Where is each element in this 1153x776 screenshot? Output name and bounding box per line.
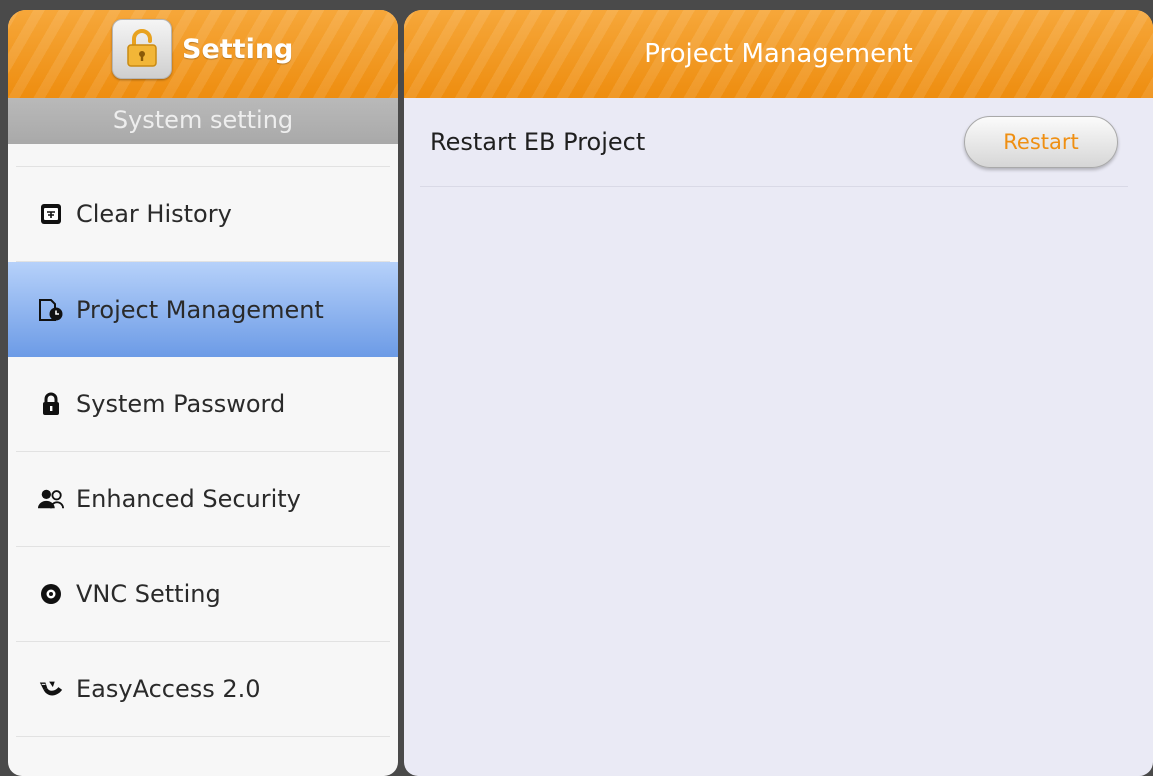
easyaccess-icon <box>38 676 64 702</box>
vnc-icon <box>38 581 64 607</box>
section-label: System setting <box>8 98 398 144</box>
sidebar-header: Setting <box>8 10 398 98</box>
sidebar-item-clear-history[interactable]: Clear History <box>16 167 390 262</box>
project-management-icon <box>38 297 64 323</box>
padlock-open-icon <box>127 29 157 67</box>
lock-icon <box>38 391 64 417</box>
settings-sidebar: Setting System setting Clear History Pro… <box>8 10 398 776</box>
sidebar-item-label: VNC Setting <box>76 580 221 608</box>
app-frame: Setting System setting Clear History Pro… <box>0 0 1153 776</box>
sidebar-title: Setting <box>182 34 294 65</box>
sidebar-item-project-management[interactable]: Project Management <box>8 262 398 357</box>
sidebar-item-vnc-setting[interactable]: VNC Setting <box>16 547 390 642</box>
settings-menu: Clear History Project Management System … <box>8 144 398 737</box>
sidebar-item-system-password[interactable]: System Password <box>16 357 390 452</box>
sidebar-item-label: System Password <box>76 390 286 418</box>
sidebar-item-enhanced-security[interactable]: Enhanced Security <box>16 452 390 547</box>
users-security-icon <box>38 486 64 512</box>
setting-label: Restart EB Project <box>430 128 646 156</box>
restart-button[interactable]: Restart <box>964 116 1118 168</box>
sidebar-item-easyaccess[interactable]: EasyAccess 2.0 <box>16 642 390 737</box>
clear-history-icon <box>38 201 64 227</box>
sidebar-item-label: Enhanced Security <box>76 485 301 513</box>
sidebar-item-label: Project Management <box>76 295 324 324</box>
sidebar-item-label: Clear History <box>76 200 232 228</box>
sidebar-item-label: EasyAccess 2.0 <box>76 675 261 703</box>
page-title: Project Management <box>404 10 1153 98</box>
setting-row-restart: Restart EB Project Restart <box>420 106 1128 187</box>
content-panel: Project Management Restart EB Project Re… <box>404 10 1153 776</box>
unlock-app-icon[interactable] <box>112 19 172 79</box>
